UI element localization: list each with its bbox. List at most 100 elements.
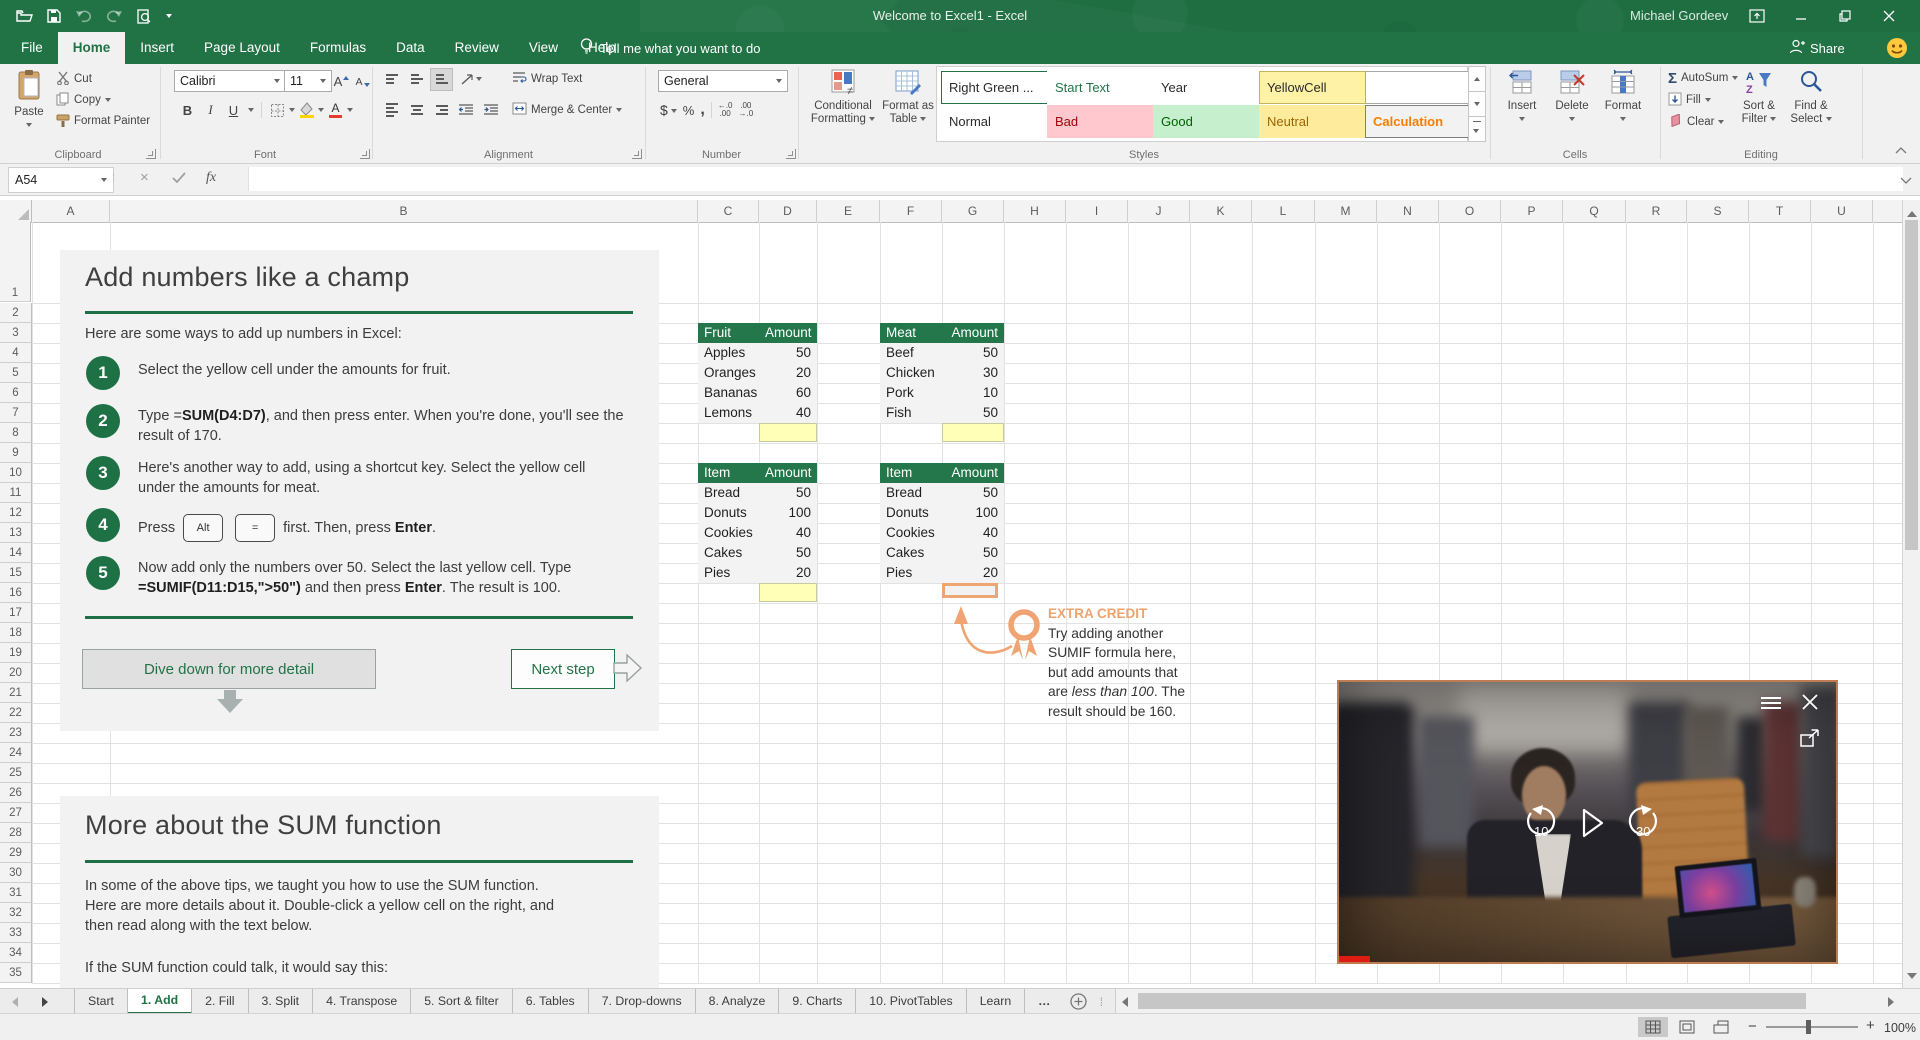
row-header-28[interactable]: 28 <box>0 823 32 843</box>
row-header-15[interactable]: 15 <box>0 563 32 583</box>
maximize-icon[interactable] <box>1823 0 1867 32</box>
video-rewind-button[interactable]: 10 <box>1519 804 1563 844</box>
sheet-tab-8-analyze[interactable]: 8. Analyze <box>696 989 780 1014</box>
redo-icon[interactable] <box>102 4 126 28</box>
paste-button[interactable]: Paste <box>6 66 52 144</box>
row-header-5[interactable]: 5 <box>0 363 32 383</box>
row-header-18[interactable]: 18 <box>0 623 32 643</box>
bottom-align-button[interactable] <box>430 67 453 91</box>
sheet-nav-right-icon[interactable] <box>30 989 60 1014</box>
font-dialog-launcher[interactable] <box>360 149 370 159</box>
row-header-25[interactable]: 25 <box>0 763 32 783</box>
ribbon-tab-page-layout[interactable]: Page Layout <box>189 32 295 64</box>
video-play-button[interactable] <box>1579 806 1607 840</box>
share-button[interactable]: Share <box>1788 32 1845 64</box>
column-header-c[interactable]: C <box>698 200 759 223</box>
row-header-21[interactable]: 21 <box>0 683 32 703</box>
hscroll-thumb[interactable] <box>1138 993 1807 1009</box>
align-left-button[interactable] <box>380 99 403 122</box>
sheet-tab-3-split[interactable]: 3. Split <box>249 989 314 1014</box>
row-header-6[interactable]: 6 <box>0 383 32 403</box>
video-progress-bar[interactable] <box>1339 956 1370 962</box>
sheet-tab-learn[interactable]: Learn <box>967 989 1026 1014</box>
font-size-combo[interactable]: 11 <box>284 70 332 92</box>
row-header-11[interactable]: 11 <box>0 483 32 503</box>
row-header-20[interactable]: 20 <box>0 663 32 683</box>
style-blank[interactable] <box>1365 71 1474 104</box>
ribbon-tab-home[interactable]: Home <box>57 32 126 64</box>
zoom-slider-track[interactable] <box>1766 1026 1858 1028</box>
sheet-tabs-overflow[interactable]: … <box>1025 989 1063 1014</box>
next-step-button[interactable]: Next step <box>511 649 615 689</box>
middle-align-button[interactable] <box>405 68 428 91</box>
row-header-23[interactable]: 23 <box>0 723 32 743</box>
close-icon[interactable] <box>1867 0 1911 32</box>
row-header-34[interactable]: 34 <box>0 943 32 963</box>
top-align-button[interactable] <box>380 68 403 91</box>
format-painter-button[interactable]: Format Painter <box>56 111 150 131</box>
namebox-splitter[interactable]: ⁞ <box>112 172 116 184</box>
minimize-icon[interactable] <box>1779 0 1823 32</box>
row-header-12[interactable]: 12 <box>0 503 32 523</box>
zoom-slider-thumb[interactable] <box>1806 1020 1811 1034</box>
column-header-o[interactable]: O <box>1439 200 1501 223</box>
row-header-13[interactable]: 13 <box>0 523 32 543</box>
merge-center-button[interactable]: Merge & Center <box>512 100 623 120</box>
styles-scroll-down[interactable] <box>1468 91 1486 117</box>
font-color-button[interactable]: A <box>324 99 347 122</box>
increase-indent-button[interactable] <box>480 99 503 122</box>
row-header-16[interactable]: 16 <box>0 583 32 603</box>
cancel-formula-icon[interactable]: × <box>140 169 149 186</box>
number-dialog-launcher[interactable] <box>786 149 796 159</box>
zoom-level[interactable]: 100% <box>1884 1021 1916 1035</box>
percent-button[interactable]: % <box>683 103 695 118</box>
sheet-tab-10-pivottables[interactable]: 10. PivotTables <box>856 989 967 1014</box>
align-center-button[interactable] <box>405 99 428 122</box>
autosum-button[interactable]: Σ AutoSum <box>1668 68 1739 88</box>
bold-button[interactable]: B <box>176 99 199 122</box>
zoom-out-button[interactable]: − <box>1748 1018 1757 1035</box>
ribbon-tab-view[interactable]: View <box>514 32 573 64</box>
dive-down-button[interactable]: Dive down for more detail <box>82 649 376 689</box>
row-header-7[interactable]: 7 <box>0 403 32 423</box>
column-header-q[interactable]: Q <box>1563 200 1626 223</box>
sort-filter-button[interactable]: AZ Sort & Filter <box>1734 66 1784 144</box>
tell-me-box[interactable]: Tell me what you want to do <box>580 32 760 64</box>
row-header-4[interactable]: 4 <box>0 343 32 363</box>
sheet-tab-5-sort-filter[interactable]: 5. Sort & filter <box>411 989 513 1014</box>
row-header-9[interactable]: 9 <box>0 443 32 463</box>
column-header-b[interactable]: B <box>110 200 698 223</box>
conditional-formatting-button[interactable]: ≠ Conditional Formatting <box>806 66 880 144</box>
styles-more[interactable] <box>1468 116 1486 142</box>
vertical-scrollbar[interactable] <box>1902 200 1920 988</box>
style-neutral[interactable]: Neutral <box>1259 105 1368 138</box>
row-header-33[interactable]: 33 <box>0 923 32 943</box>
sheet-tab-4-transpose[interactable]: 4. Transpose <box>313 989 412 1014</box>
column-header-s[interactable]: S <box>1687 200 1749 223</box>
row-header-24[interactable]: 24 <box>0 743 32 763</box>
fill-color-button[interactable] <box>295 99 318 122</box>
column-header-l[interactable]: L <box>1252 200 1315 223</box>
ribbon-display-options-icon[interactable] <box>1735 0 1779 32</box>
row-header-19[interactable]: 19 <box>0 643 32 663</box>
column-header-j[interactable]: J <box>1128 200 1190 223</box>
style-start-text[interactable]: Start Text <box>1047 71 1156 104</box>
vscroll-down-icon[interactable] <box>1907 968 1917 982</box>
row-header-27[interactable]: 27 <box>0 803 32 823</box>
comma-button[interactable]: , <box>700 101 704 119</box>
table-answer-cell-yellow[interactable] <box>759 423 817 442</box>
sheet-tab-7-drop-downs[interactable]: 7. Drop-downs <box>589 989 696 1014</box>
vscroll-up-icon[interactable] <box>1907 206 1917 220</box>
video-close-icon[interactable] <box>1798 690 1822 714</box>
align-right-button[interactable] <box>430 99 453 122</box>
clear-button[interactable]: Clear <box>1668 112 1725 132</box>
tab-splitter[interactable]: ⁞ <box>1093 989 1109 1014</box>
grow-font-button[interactable]: A <box>330 70 353 93</box>
style-right-green[interactable]: Right Green ... <box>941 71 1050 104</box>
style-good[interactable]: Good <box>1153 105 1262 138</box>
video-forward-button[interactable]: 30 <box>1621 804 1665 844</box>
row-header-3[interactable]: 3 <box>0 323 32 343</box>
name-box[interactable]: A54 <box>8 167 114 193</box>
horizontal-scrollbar[interactable] <box>1115 989 1920 1014</box>
column-header-p[interactable]: P <box>1501 200 1563 223</box>
